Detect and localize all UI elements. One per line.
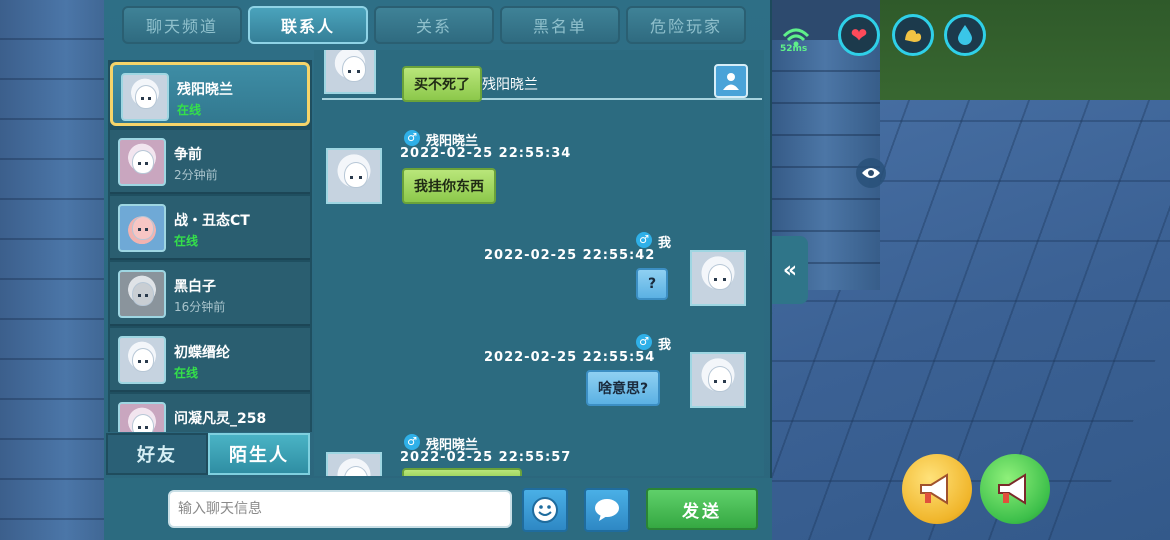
water-drop-icon <box>958 25 972 45</box>
contact-status: 在线 <box>177 103 202 117</box>
world-chat-button[interactable] <box>980 454 1050 524</box>
male-icon: ♂ <box>404 434 420 450</box>
avatar <box>690 352 746 408</box>
eye-icon <box>862 168 880 178</box>
male-icon: ♂ <box>636 334 652 350</box>
contact-name: 初蝶缙纶 <box>174 345 230 361</box>
male-icon: ♂ <box>404 130 420 146</box>
contact-name: 黑白子 <box>174 279 216 295</box>
avatar <box>121 73 169 121</box>
avatar <box>118 336 166 384</box>
collapse-panel-button[interactable]: « <box>772 236 808 304</box>
message-sender: 我 <box>658 338 672 353</box>
message-time: 2022-02-25 22:55:57 <box>400 450 572 465</box>
message-bubble <box>402 468 522 476</box>
avatar <box>326 148 382 204</box>
message-bubble: 我挂你东西 <box>402 168 496 204</box>
profile-button[interactable] <box>714 64 748 98</box>
chat-panel: 聊天频道 联系人 关系 黑名单 危险玩家 残阳晓兰 在线 争前 2分钟前 战・丑… <box>104 0 772 540</box>
conversation-header: 买不死了 残阳晓兰 <box>322 50 762 102</box>
message-time: 2022-02-25 22:55:54 <box>484 350 656 365</box>
contact-item[interactable]: 初蝶缙纶 在线 <box>110 328 310 392</box>
heart-icon: ❤ <box>850 23 868 47</box>
contact-name: 争前 <box>174 147 202 163</box>
tab-friends[interactable]: 好友 <box>106 433 208 475</box>
contact-status: 在线 <box>174 430 198 432</box>
ping-label: 52ms <box>780 44 808 54</box>
list-tabs: 好友 陌生人 <box>106 433 310 475</box>
broadcast-button[interactable] <box>902 454 972 524</box>
user-icon <box>723 73 739 90</box>
avatar <box>118 402 166 432</box>
message-time: 2022-02-25 22:55:42 <box>484 248 656 263</box>
contact-status: 在线 <box>174 366 199 380</box>
quick-chat-button[interactable] <box>584 488 630 532</box>
contact-status: 在线 <box>174 234 199 248</box>
emoji-button[interactable] <box>522 488 568 532</box>
tab-dangerous-players[interactable]: 危险玩家 <box>626 6 746 44</box>
avatar <box>118 204 166 252</box>
tab-blacklist[interactable]: 黑名单 <box>500 6 620 44</box>
water-indicator <box>944 14 986 56</box>
last-message-bubble: 买不死了 <box>402 66 482 102</box>
contact-name: 战・丑态CT <box>174 213 250 229</box>
smiley-icon <box>532 497 558 523</box>
speech-bubble-icon <box>595 499 619 521</box>
avatar <box>118 138 166 186</box>
tab-strangers[interactable]: 陌生人 <box>208 433 310 475</box>
tab-relations[interactable]: 关系 <box>374 6 494 44</box>
megaphone-icon <box>920 473 948 505</box>
message-sender: 我 <box>658 236 672 251</box>
chat-input[interactable] <box>168 490 512 528</box>
health-indicator: ❤ <box>838 14 880 56</box>
avatar <box>690 250 746 306</box>
contact-name: 问凝凡灵_258 <box>174 411 267 427</box>
contact-name: 残阳晓兰 <box>177 82 233 98</box>
contact-status: 16分钟前 <box>174 300 226 314</box>
tab-chat-channel[interactable]: 聊天频道 <box>122 6 242 44</box>
scene-wall <box>0 0 110 540</box>
tab-contacts[interactable]: 联系人 <box>248 6 368 44</box>
conversation-name: 残阳晓兰 <box>482 77 538 93</box>
send-button[interactable]: 发送 <box>646 488 758 530</box>
contact-list[interactable]: 残阳晓兰 在线 争前 2分钟前 战・丑态CT 在线 黑白子 16分钟前 初蝶缙纶… <box>108 60 312 432</box>
contact-item[interactable]: 残阳晓兰 在线 <box>110 62 310 126</box>
input-bar: 发送 <box>104 478 772 540</box>
megaphone-icon <box>998 473 1026 505</box>
strength-indicator <box>892 14 934 56</box>
message-area[interactable]: 买不死了 残阳晓兰 ♂ 残阳晓兰 2022-02-25 22:55:34 我挂你… <box>314 50 764 476</box>
contact-item[interactable]: 争前 2分钟前 <box>110 130 310 194</box>
male-icon: ♂ <box>636 232 652 248</box>
contact-item[interactable]: 黑白子 16分钟前 <box>110 262 310 326</box>
muscle-icon <box>905 30 922 42</box>
contact-status: 2分钟前 <box>174 168 218 182</box>
message-time: 2022-02-25 22:55:34 <box>400 146 572 161</box>
avatar <box>324 50 376 94</box>
avatar <box>118 270 166 318</box>
double-chevron-left-icon: « <box>782 257 798 283</box>
message-bubble: ? <box>636 268 669 300</box>
avatar <box>326 452 382 476</box>
contact-item[interactable]: 问凝凡灵_258 在线 <box>110 394 310 432</box>
contact-item[interactable]: 战・丑态CT 在线 <box>110 196 310 260</box>
chat-tabs: 聊天频道 联系人 关系 黑名单 危险玩家 <box>122 6 746 44</box>
view-toggle-button[interactable] <box>856 158 886 188</box>
message-bubble: 啥意思? <box>586 370 661 406</box>
